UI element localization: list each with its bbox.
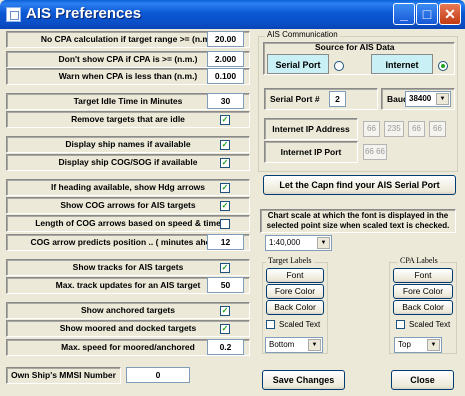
ip-octet-3-input[interactable]: 66 (408, 121, 425, 137)
target-back-color-button[interactable]: Back Color (266, 300, 324, 315)
warn-cpa-input[interactable]: 0.100 (207, 68, 244, 84)
ship-names-checkbox[interactable]: ✓ (220, 140, 230, 150)
chart-scale-description: Chart scale at which the font is display… (260, 209, 456, 233)
close-button[interactable]: Close (391, 370, 454, 390)
title-bar[interactable]: AIS Preferences _ □ ✕ (0, 0, 465, 29)
cog-arrows-checkbox[interactable]: ✓ (220, 201, 230, 211)
serial-port-num-input[interactable]: 2 (329, 91, 346, 107)
internet-option[interactable]: Internet (371, 54, 433, 74)
setting-label: Display ship names if available (6, 136, 250, 153)
show-tracks-checkbox[interactable]: ✓ (220, 263, 230, 273)
dont-show-cpa-input[interactable]: 2.000 (207, 51, 244, 67)
setting-label: Remove targets that are idle (6, 111, 250, 128)
target-fore-color-button[interactable]: Fore Color (266, 284, 324, 299)
serial-port-radio[interactable] (334, 61, 344, 71)
chart-scale-value: 1:40,000 (269, 238, 301, 247)
setting-label: Length of COG arrows based on speed & ti… (6, 215, 250, 232)
chevron-down-icon: ▼ (436, 93, 449, 105)
chevron-down-icon: ▼ (317, 237, 330, 249)
setting-label: Show tracks for AIS targets (6, 259, 250, 276)
minimize-button[interactable]: _ (393, 3, 415, 25)
setting-label: Display ship COG/SOG if available (6, 154, 250, 171)
ip-octet-1-input[interactable]: 66 (363, 121, 380, 137)
mmsi-label: Own Ship's MMSI Number (6, 367, 121, 384)
moored-checkbox[interactable]: ✓ (220, 324, 230, 334)
close-window-button[interactable]: ✕ (439, 3, 461, 25)
chevron-down-icon: ▼ (308, 339, 321, 351)
cpa-fore-color-button[interactable]: Fore Color (393, 284, 453, 299)
target-font-button[interactable]: Font (266, 268, 324, 283)
cpa-position-value: Top (398, 340, 411, 349)
cpa-position-select[interactable]: Top ▼ (394, 337, 442, 353)
remove-idle-checkbox[interactable]: ✓ (220, 115, 230, 125)
ip-octet-4-input[interactable]: 66 (429, 121, 446, 137)
source-label: Source for AIS Data (315, 42, 395, 52)
cog-length-checkbox[interactable] (220, 219, 230, 229)
max-speed-input[interactable]: 0.2 (207, 339, 244, 355)
target-scaled-text-label: Scaled Text (279, 320, 321, 329)
window-title: AIS Preferences (26, 5, 142, 22)
setting-label: Show moored and docked targets (6, 320, 250, 337)
find-serial-port-button[interactable]: Let the Capn find your AIS Serial Port (263, 175, 456, 195)
no-cpa-range-input[interactable]: 20.00 (207, 31, 244, 47)
cpa-scaled-text-label: Scaled Text (409, 320, 451, 329)
app-icon (6, 7, 21, 22)
cpa-font-button[interactable]: Font (393, 268, 453, 283)
internet-radio[interactable] (438, 61, 448, 71)
ip-octet-2-input[interactable]: 235 (384, 121, 404, 137)
target-scaled-text-checkbox[interactable] (266, 320, 275, 329)
save-changes-button[interactable]: Save Changes (262, 370, 345, 390)
setting-label: Show COG arrows for AIS targets (6, 197, 250, 214)
cpa-scaled-text-checkbox[interactable] (396, 320, 405, 329)
cog-sog-checkbox[interactable]: ✓ (220, 158, 230, 168)
ais-communication-label: AIS Communication (265, 30, 340, 39)
baud-rate-value: 38400 (409, 94, 432, 103)
max-track-updates-input[interactable]: 50 (207, 277, 244, 293)
baud-rate-select[interactable]: 38400 ▼ (405, 91, 451, 107)
serial-port-num-label: Serial Port # (270, 94, 320, 104)
hdg-arrows-checkbox[interactable]: ✓ (220, 183, 230, 193)
target-position-value: Bottom (269, 340, 295, 349)
ip-port-label: Internet IP Port (264, 141, 358, 163)
ip-address-label: Internet IP Address (264, 118, 358, 140)
setting-label: If heading available, show Hdg arrows (6, 179, 250, 196)
setting-label: Show anchored targets (6, 302, 250, 319)
cpa-back-color-button[interactable]: Back Color (393, 300, 453, 315)
target-labels-label: Target Labels (266, 256, 314, 265)
cpa-labels-label: CPA Labels (398, 256, 440, 265)
anchored-checkbox[interactable]: ✓ (220, 306, 230, 316)
ip-port-input[interactable]: 66 66 (363, 144, 387, 160)
serial-port-option[interactable]: Serial Port (267, 54, 329, 74)
cog-predict-input[interactable]: 12 (207, 234, 244, 250)
maximize-button[interactable]: □ (416, 3, 438, 25)
mmsi-input[interactable]: 0 (126, 367, 190, 383)
chevron-down-icon: ▼ (427, 339, 440, 351)
chart-scale-select[interactable]: 1:40,000 ▼ (265, 235, 332, 251)
idle-time-input[interactable]: 30 (207, 93, 244, 109)
target-position-select[interactable]: Bottom ▼ (265, 337, 323, 353)
